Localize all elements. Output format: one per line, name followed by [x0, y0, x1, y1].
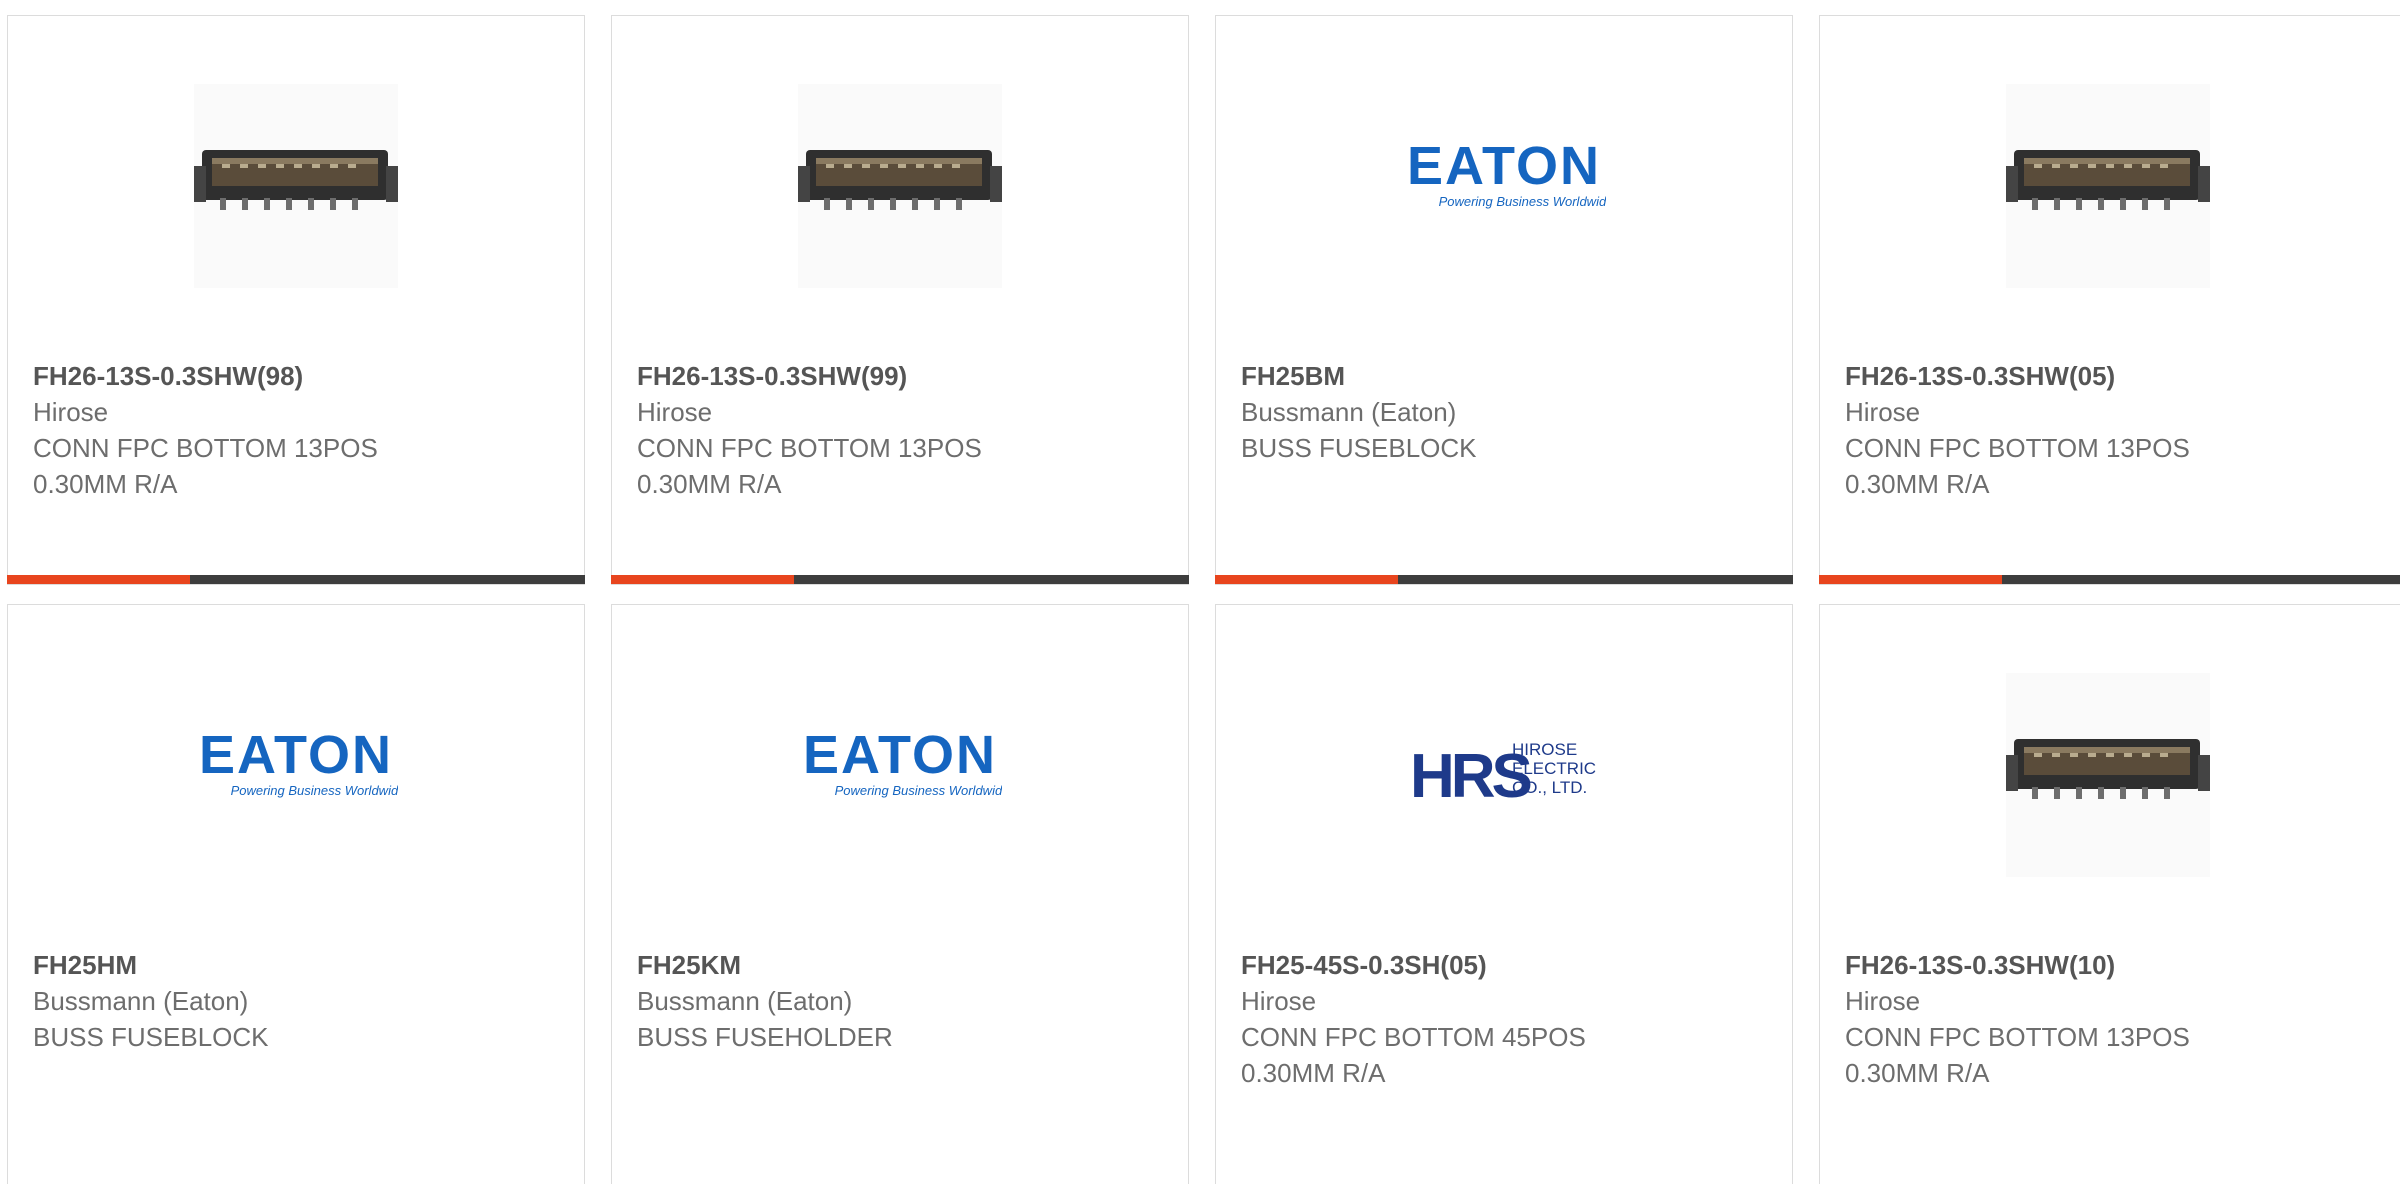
eaton-tagline: Powering Business Worldwide — [835, 783, 1002, 798]
card-bar — [611, 575, 1189, 584]
product-text: FH25BM Bussmann (Eaton) BUSS FUSEBLOCK — [1241, 358, 1772, 466]
hrs-line1: HIROSE — [1512, 740, 1577, 759]
product-text: FH26-13S-0.3SHW(99) Hirose CONN FPC BOTT… — [637, 358, 1168, 502]
description: CONN FPC BOTTOM 13POS 0.30MM R/A — [1845, 433, 2190, 499]
manufacturer: Hirose — [1845, 986, 1921, 1016]
eaton-logo[interactable]: EATON Powering Business Worldwide — [1402, 84, 1606, 288]
part-number[interactable]: FH25BM — [1241, 358, 1772, 394]
hrs-line3: CO., LTD. — [1512, 778, 1587, 797]
connector-image[interactable] — [194, 84, 398, 288]
card-bar-accent — [1819, 575, 2002, 584]
card-bar — [1215, 575, 1793, 584]
part-number[interactable]: FH25KM — [637, 947, 1168, 983]
manufacturer: Hirose — [1241, 986, 1317, 1016]
product-text: FH25KM Bussmann (Eaton) BUSS FUSEHOLDER — [637, 947, 1168, 1055]
card-bar-accent — [1215, 575, 1398, 584]
card-bar-accent — [611, 575, 794, 584]
description: BUSS FUSEHOLDER — [637, 1022, 893, 1052]
card-bar-accent — [7, 575, 190, 584]
part-number[interactable]: FH26-13S-0.3SHW(10) — [1845, 947, 2389, 983]
connector-image[interactable] — [2006, 84, 2210, 288]
manufacturer: Bussmann (Eaton) — [33, 986, 249, 1016]
manufacturer: Bussmann (Eaton) — [1241, 397, 1457, 427]
description: CONN FPC BOTTOM 13POS 0.30MM R/A — [637, 433, 982, 499]
description: CONN FPC BOTTOM 13POS 0.30MM R/A — [1845, 1022, 2190, 1088]
eaton-logo[interactable]: EATON Powering Business Worldwide — [798, 673, 1002, 877]
connector-image[interactable] — [2006, 673, 2210, 877]
product-text: FH25HM Bussmann (Eaton) BUSS FUSEBLOCK — [33, 947, 564, 1055]
eaton-tagline: Powering Business Worldwide — [231, 783, 398, 798]
description: CONN FPC BOTTOM 13POS 0.30MM R/A — [33, 433, 378, 499]
hrs-logo[interactable]: HRS HIROSE ELECTRIC CO., LTD. — [1402, 673, 1606, 877]
product-card[interactable]: FH26-13S-0.3SHW(99) Hirose CONN FPC BOTT… — [611, 15, 1189, 585]
product-card[interactable]: EATON Powering Business Worldwide FH25KM… — [611, 604, 1189, 1184]
part-number[interactable]: FH26-13S-0.3SHW(98) — [33, 358, 564, 394]
manufacturer: Hirose — [1845, 397, 1921, 427]
part-number[interactable]: FH26-13S-0.3SHW(05) — [1845, 358, 2389, 394]
manufacturer: Hirose — [637, 397, 713, 427]
manufacturer: Hirose — [33, 397, 109, 427]
product-text: FH26-13S-0.3SHW(10) Hirose CONN FPC BOTT… — [1845, 947, 2389, 1091]
eaton-wordmark: EATON — [1407, 136, 1601, 196]
description: BUSS FUSEBLOCK — [33, 1022, 269, 1052]
part-number[interactable]: FH25HM — [33, 947, 564, 983]
product-text: FH26-13S-0.3SHW(98) Hirose CONN FPC BOTT… — [33, 358, 564, 502]
product-card[interactable]: FH26-13S-0.3SHW(98) Hirose CONN FPC BOTT… — [7, 15, 585, 585]
product-grid: FH26-13S-0.3SHW(98) Hirose CONN FPC BOTT… — [0, 0, 2400, 1184]
product-text: FH25-45S-0.3SH(05) Hirose CONN FPC BOTTO… — [1241, 947, 1772, 1091]
product-card[interactable]: EATON Powering Business Worldwide FH25BM… — [1215, 15, 1793, 585]
description: BUSS FUSEBLOCK — [1241, 433, 1477, 463]
hrs-line2: ELECTRIC — [1512, 759, 1596, 778]
part-number[interactable]: FH26-13S-0.3SHW(99) — [637, 358, 1168, 394]
part-number[interactable]: FH25-45S-0.3SH(05) — [1241, 947, 1772, 983]
connector-image[interactable] — [798, 84, 1002, 288]
product-card[interactable]: FH26-13S-0.3SHW(10) Hirose CONN FPC BOTT… — [1819, 604, 2400, 1184]
card-bar — [7, 575, 585, 584]
product-text: FH26-13S-0.3SHW(05) Hirose CONN FPC BOTT… — [1845, 358, 2389, 502]
description: CONN FPC BOTTOM 45POS 0.30MM R/A — [1241, 1022, 1586, 1088]
product-card[interactable]: FH26-13S-0.3SHW(05) Hirose CONN FPC BOTT… — [1819, 15, 2400, 585]
eaton-wordmark: EATON — [199, 725, 393, 785]
manufacturer: Bussmann (Eaton) — [637, 986, 853, 1016]
eaton-logo[interactable]: EATON Powering Business Worldwide — [194, 673, 398, 877]
product-card[interactable]: HRS HIROSE ELECTRIC CO., LTD. FH25-45S-0… — [1215, 604, 1793, 1184]
eaton-wordmark: EATON — [803, 725, 997, 785]
product-card[interactable]: EATON Powering Business Worldwide FH25HM… — [7, 604, 585, 1184]
eaton-tagline: Powering Business Worldwide — [1439, 194, 1606, 209]
card-bar — [1819, 575, 2400, 584]
